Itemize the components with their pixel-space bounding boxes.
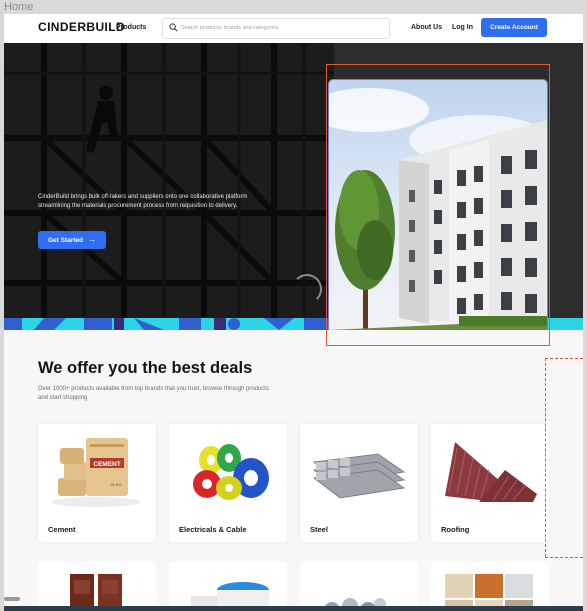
dashed-guide <box>545 358 546 557</box>
steel-image <box>308 432 410 510</box>
hero-description: CinderBuild brings bulk off-takers and s… <box>38 194 248 209</box>
category-label: Roofing <box>441 525 470 534</box>
cement-weight-text: 25 KG <box>110 482 121 487</box>
dashed-guide <box>545 358 583 359</box>
category-card-steel[interactable]: Steel <box>300 424 418 542</box>
search-input[interactable] <box>181 21 381 34</box>
frame-label: Home <box>4 1 34 13</box>
header: CINDERBUILD Products About Us Log In Cre… <box>4 14 583 44</box>
cement-bag-text: CEMENT <box>93 461 120 468</box>
arrow-right-icon: → <box>88 235 97 244</box>
nav-about-us[interactable]: About Us <box>411 24 442 31</box>
category-card-cement[interactable]: CEMENT 25 KG Cement <box>38 424 156 542</box>
get-started-label: Get Started <box>47 237 84 244</box>
hero-building-image <box>328 79 548 330</box>
get-started-button[interactable]: Get Started → <box>38 231 106 249</box>
search-icon <box>169 23 178 32</box>
nav-products[interactable]: Products <box>116 24 146 31</box>
electricals-cable-image <box>177 432 279 510</box>
dashed-guide <box>545 557 583 558</box>
deals-subtitle: Over 1000+ products available from top b… <box>38 386 269 401</box>
category-card-paint[interactable] <box>169 562 287 611</box>
category-label: Steel <box>310 525 328 534</box>
category-label: Cement <box>48 525 76 534</box>
scrollbar[interactable] <box>4 597 20 601</box>
bottom-bar <box>4 606 583 611</box>
category-card-doors[interactable] <box>38 562 156 611</box>
category-card-tiles[interactable] <box>431 562 549 611</box>
create-account-button[interactable]: Create Account <box>481 18 547 37</box>
roofing-image <box>439 432 541 510</box>
loading-spinner-icon <box>292 274 322 304</box>
category-label: Electricals & Cable <box>179 525 247 534</box>
search-bar[interactable] <box>162 18 390 39</box>
category-card-electricals[interactable]: Electricals & Cable <box>169 424 287 542</box>
category-card-roofing[interactable]: Roofing <box>431 424 549 542</box>
logo[interactable]: CINDERBUILD <box>38 20 125 34</box>
deals-title: We offer you the best deals <box>38 359 253 377</box>
hero-section: CinderBuild brings bulk off-takers and s… <box>4 43 583 330</box>
page: CINDERBUILD Products About Us Log In Cre… <box>4 14 583 611</box>
nav-log-in[interactable]: Log In <box>452 24 473 31</box>
cement-image: CEMENT 25 KG <box>46 432 148 510</box>
category-card-plumbing[interactable] <box>300 562 418 611</box>
